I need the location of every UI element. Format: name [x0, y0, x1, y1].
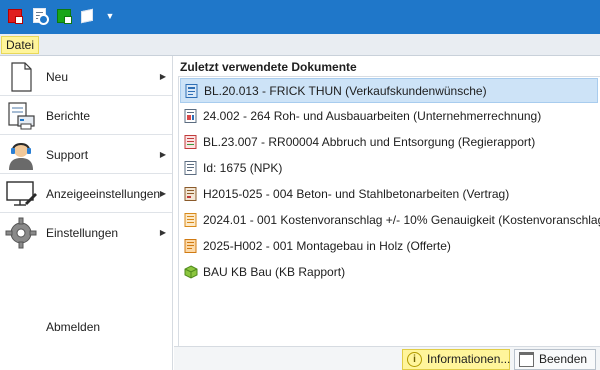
invoice-document-icon: [184, 109, 197, 123]
close-red-square-icon[interactable]: [8, 9, 23, 24]
backstage-menu: Neu ▶ Berichte Support ▶ Anzeigeeinstell…: [0, 56, 173, 370]
list-item[interactable]: 2024.01 - 001 Kostenvoranschlag +/- 10% …: [180, 208, 600, 233]
menu-item-label: Support: [46, 148, 89, 162]
estimate-document-icon: [184, 213, 197, 227]
submenu-arrow-icon: ▶: [159, 150, 166, 159]
tab-datei[interactable]: Datei: [1, 36, 40, 54]
document-new-icon[interactable]: [33, 8, 49, 25]
menu-item-label: Einstellungen: [46, 226, 119, 240]
green-cube-icon: [184, 265, 198, 279]
offer-document-icon: [184, 239, 197, 253]
document-label: BL.23.007 - RR00004 Abbruch und Entsorgu…: [203, 135, 536, 149]
recent-documents-list: BL.20.013 - FRICK THUN (Verkaufskundenwü…: [178, 76, 600, 346]
printer-icon: [8, 102, 35, 130]
customize-dropdown-icon[interactable]: ▼: [104, 10, 116, 22]
document-label: 2025-H002 - 001 Montagebau in Holz (Offe…: [203, 239, 451, 253]
menu-item-support[interactable]: Support ▶: [0, 136, 172, 174]
menu-item-label: Anzeigeeinstellungen: [46, 187, 161, 201]
gear-icon: [5, 217, 37, 249]
menu-item-berichte[interactable]: Berichte: [0, 97, 172, 135]
document-label: BL.20.013 - FRICK THUN (Verkaufskundenwü…: [204, 84, 487, 98]
list-item[interactable]: 2025-H002 - 001 Montagebau in Holz (Offe…: [180, 234, 598, 259]
menu-item-einstellungen[interactable]: Einstellungen ▶: [0, 214, 172, 252]
submenu-arrow-icon: ▶: [159, 228, 166, 237]
list-item[interactable]: BL.23.007 - RR00004 Abbruch und Entsorgu…: [180, 130, 598, 155]
menu-item-label: Neu: [46, 70, 69, 84]
ribbon-tab-row: Datei: [0, 34, 600, 56]
list-item[interactable]: BAU KB Bau (KB Rapport): [180, 260, 598, 285]
npk-document-icon: [184, 161, 197, 175]
quit-button-label: Beenden: [539, 352, 588, 366]
info-button[interactable]: i Informationen...: [402, 349, 510, 370]
recent-documents-panel: Zuletzt verwendete Dokumente BL.20.013 -…: [174, 56, 600, 346]
quit-button[interactable]: Beenden: [514, 349, 596, 370]
logout-button[interactable]: Abmelden: [46, 320, 100, 334]
menu-item-label: Berichte: [46, 109, 91, 123]
list-item[interactable]: H2015-025 - 004 Beton- und Stahlbetonarb…: [180, 182, 598, 207]
new-document-icon: [11, 62, 32, 92]
list-item[interactable]: 24.002 - 264 Roh- und Ausbauarbeiten (Un…: [180, 104, 598, 129]
submenu-arrow-icon: ▶: [159, 189, 166, 198]
menu-item-anzeigeeinstellungen[interactable]: Anzeigeeinstellungen ▶: [0, 175, 172, 213]
list-item[interactable]: BL.20.013 - FRICK THUN (Verkaufskundenwü…: [180, 78, 598, 103]
display-settings-icon: [6, 181, 37, 206]
trash-icon: [519, 352, 534, 367]
sales-document-icon: [185, 84, 198, 98]
list-item[interactable]: Id: 1675 (NPK): [180, 156, 598, 181]
recent-documents-header: Zuletzt verwendete Dokumente: [180, 60, 357, 74]
info-icon: i: [407, 352, 422, 367]
document-label: Id: 1675 (NPK): [203, 161, 283, 175]
cube-icon[interactable]: [81, 8, 93, 24]
green-square-icon[interactable]: [57, 9, 72, 24]
contract-document-icon: [184, 187, 197, 201]
menu-item-neu[interactable]: Neu ▶: [0, 58, 172, 96]
info-button-label: Informationen...: [427, 352, 511, 366]
submenu-arrow-icon: ▶: [159, 72, 166, 81]
title-bar: ▼: [0, 0, 600, 34]
document-label: 2024.01 - 001 Kostenvoranschlag +/- 10% …: [203, 213, 600, 227]
document-label: H2015-025 - 004 Beton- und Stahlbetonarb…: [203, 187, 510, 201]
document-label: 24.002 - 264 Roh- und Ausbauarbeiten (Un…: [203, 109, 542, 123]
support-person-icon: [9, 143, 33, 170]
document-label: BAU KB Bau (KB Rapport): [203, 265, 346, 279]
report-document-icon: [184, 135, 197, 149]
bottom-button-bar: i Informationen... Beenden: [174, 346, 600, 370]
